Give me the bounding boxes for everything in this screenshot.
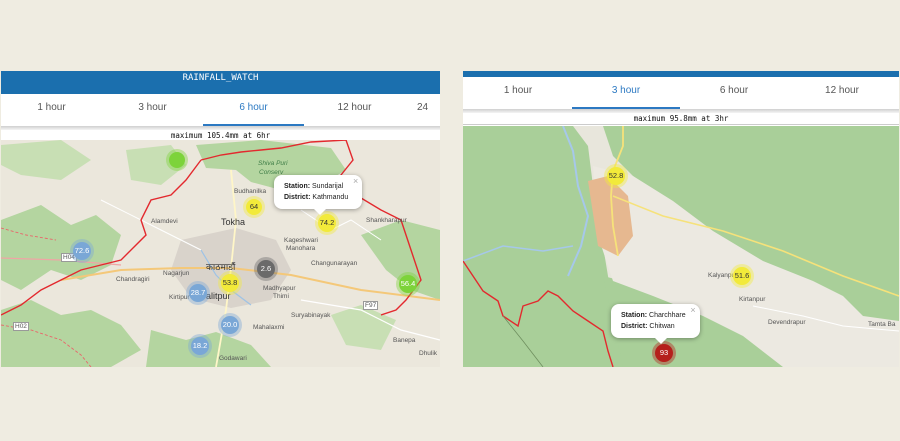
district-name: Chitwan xyxy=(649,323,675,330)
place-kirtanpur: Kirtanpur xyxy=(739,296,766,303)
tab-3-hour[interactable]: 3 hour xyxy=(572,77,680,109)
district-label: District: xyxy=(621,323,648,330)
maximum-rainfall-text: maximum 95.8mm at 3hr xyxy=(463,113,899,125)
station-marker[interactable]: 52.8 xyxy=(607,167,625,185)
station-marker[interactable]: 56.4 xyxy=(399,275,417,293)
station-marker[interactable]: 51.6 xyxy=(733,267,751,285)
station-name: Sundarijal xyxy=(312,183,344,190)
road-h02: H02 xyxy=(13,322,29,331)
place-godawari: Godawari xyxy=(219,355,247,362)
tab-24-hour[interactable]: 24 xyxy=(405,94,440,126)
place-lalitpur: alitpur xyxy=(206,291,231,301)
popup-tip xyxy=(655,338,667,344)
tab-3-hour[interactable]: 3 hour xyxy=(102,94,203,126)
place-madhyapur: Madhyapur xyxy=(263,285,296,292)
map-kathmandu[interactable]: Shiva Puri Conserv Budhanilka Tokha Shan… xyxy=(1,140,440,367)
tab-6-hour[interactable]: 6 hour xyxy=(680,77,788,109)
district-label: District: xyxy=(284,194,311,201)
place-shankharapur: Shankharapur xyxy=(366,217,407,224)
district-name: Kathmandu xyxy=(312,194,349,201)
place-tamta-ba: Tamta Ba xyxy=(868,321,896,328)
place-thimi: Thimi xyxy=(273,293,289,300)
station-label: Station: xyxy=(284,183,311,190)
station-marker[interactable]: 28.7 xyxy=(189,284,207,302)
place-shivapuri: Shiva Puri xyxy=(258,160,288,167)
station-marker[interactable]: 64 xyxy=(246,199,262,215)
rainfall-panel-right: 1 hour 3 hour 6 hour 12 hour maximum 95.… xyxy=(463,71,899,367)
place-kirtipur: Kirtipur xyxy=(169,294,190,301)
place-suryabinayak: Suryabinayak xyxy=(291,312,331,319)
station-marker[interactable]: 2.6 xyxy=(257,260,275,278)
place-nagarjun: Nagarjun xyxy=(163,270,190,277)
place-manohara: Manohara xyxy=(286,245,316,252)
place-kathmandu-nepali: काठमाडौं xyxy=(206,262,236,272)
station-label: Station: xyxy=(621,312,648,319)
popup-tip xyxy=(314,209,326,215)
close-icon[interactable]: × xyxy=(353,176,358,187)
tab-1-hour[interactable]: 1 hour xyxy=(1,94,102,126)
station-marker[interactable] xyxy=(169,152,185,168)
rainfall-panel-left: RAINFALL_WATCH 1 hour 3 hour 6 hour 12 h… xyxy=(1,71,440,367)
station-popup: × Station: Sundarijal District: Kathmand… xyxy=(274,175,363,215)
tab-6-hour[interactable]: 6 hour xyxy=(203,94,304,126)
period-tabs: 1 hour 3 hour 6 hour 12 hour xyxy=(463,77,899,109)
tab-12-hour[interactable]: 12 hour xyxy=(304,94,405,126)
station-popup: × Station: Charchhare District: Chitwan xyxy=(611,304,700,344)
place-mahalaxmi: Mahalaxmi xyxy=(253,324,285,331)
close-icon[interactable]: × xyxy=(690,305,695,316)
place-kageshwari: Kageshwari xyxy=(284,237,318,244)
app-title: RAINFALL_WATCH xyxy=(1,71,440,94)
station-marker-selected[interactable]: 74.2 xyxy=(318,214,336,232)
station-marker[interactable]: 20.0 xyxy=(221,316,239,334)
place-chandragiri: Chandragiri xyxy=(116,276,150,283)
station-marker[interactable]: 18.2 xyxy=(191,337,209,355)
tab-1-hour[interactable]: 1 hour xyxy=(464,77,572,109)
place-alamdevi: Alamdevi xyxy=(151,218,178,225)
place-changunarayan: Changunarayan xyxy=(311,260,358,267)
tab-12-hour[interactable]: 12 hour xyxy=(788,77,896,109)
place-budhanilkantha: Budhanilka xyxy=(234,188,267,195)
station-marker[interactable]: 53.8 xyxy=(221,274,239,292)
station-name: Charchhare xyxy=(649,312,686,319)
station-marker[interactable]: 72.6 xyxy=(73,242,91,260)
place-devendrapur: Devendrapur xyxy=(768,319,806,326)
period-tabs: 1 hour 3 hour 6 hour 12 hour 24 xyxy=(1,94,440,126)
station-marker-selected[interactable]: 93 xyxy=(655,344,673,362)
map-chitwan[interactable]: Kalyanpur Kirtanpur Devendrapur Tamta Ba… xyxy=(463,126,899,367)
road-f97: F97 xyxy=(363,301,379,310)
place-dhulikhel: Dhulik xyxy=(419,350,438,357)
place-banepa: Banepa xyxy=(393,337,416,344)
place-tokha: Tokha xyxy=(221,217,246,227)
